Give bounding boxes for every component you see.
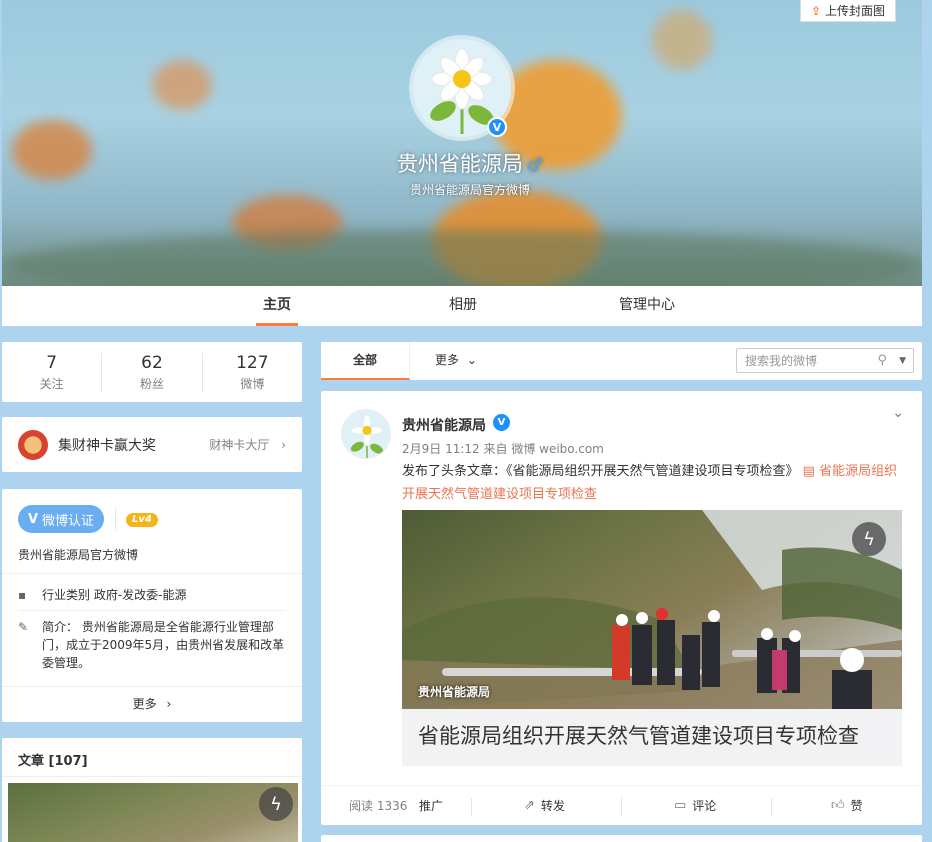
fortune-card-panel[interactable]: 集财神卡赢大奖 财神卡大厅 › xyxy=(2,417,302,472)
weibo-verify-button[interactable]: V 微博认证 xyxy=(18,505,104,533)
upload-cover-button[interactable]: ⇪ 上传封面图 xyxy=(800,0,896,22)
post-author-avatar[interactable] xyxy=(341,409,391,459)
post-author-name[interactable]: 贵州省能源局 xyxy=(402,415,486,435)
article-thumbnail[interactable]: ϟ xyxy=(8,783,298,842)
stat-following-count: 7 xyxy=(46,352,58,373)
verified-badge-icon: V xyxy=(493,414,510,431)
chevron-right-icon: › xyxy=(281,438,286,452)
verification-description: 贵州省能源局官方微博 xyxy=(18,548,139,562)
feed-tab-all[interactable]: 全部 xyxy=(321,342,410,380)
stat-posts[interactable]: 127 微博 xyxy=(203,353,302,392)
articles-panel: 文章 [107] ϟ xyxy=(2,738,302,842)
chevron-right-icon: › xyxy=(166,697,172,711)
post-time[interactable]: 2月9日 11:12 xyxy=(402,442,480,456)
verified-v-icon: V xyxy=(27,511,39,527)
tab-home[interactable]: 主页 xyxy=(256,286,298,326)
cover-flower xyxy=(152,60,212,110)
search-icon[interactable]: ⚲ xyxy=(877,353,887,368)
cover-ground xyxy=(2,230,922,286)
lightning-icon: ϟ xyxy=(852,522,886,556)
post-actions-bar: 阅读 1336 推广 ⇗ 转发 ▭ 评论 👍︎ 赞 xyxy=(321,785,922,825)
lightning-icon: ϟ xyxy=(259,787,293,821)
profile-name: 贵州省能源局 ♂ xyxy=(396,152,544,176)
fortune-card-hall-link[interactable]: 财神卡大厅 › xyxy=(209,436,286,453)
post-text: 发布了头条文章：《省能源局组织开展天然气管道建设项目专项检查》 ▤ 省能源局组织… xyxy=(402,464,898,502)
cover-flower xyxy=(12,120,92,180)
verification-panel: V 微博认证 Lv4 贵州省能源局官方微博 ▪ 行业类别 政府-发改委-能源 ✎… xyxy=(2,489,302,722)
articles-title[interactable]: 文章 [107] xyxy=(18,750,88,769)
article-card-title: 省能源局组织开展天然气管道建设项目专项检查 xyxy=(418,724,859,748)
stat-posts-label: 微博 xyxy=(240,376,265,391)
promote-button[interactable]: 推广 xyxy=(419,797,443,814)
male-icon: ♂ xyxy=(526,155,544,176)
fortune-card-title: 集财神卡赢大奖 xyxy=(58,437,156,454)
read-count: 阅读 1336 xyxy=(349,799,408,813)
repost-button[interactable]: ⇗ 转发 xyxy=(524,797,565,814)
feed-tabs-bar: 全部 更多 ⌄ 搜索我的微博 ⚲ ▼ xyxy=(321,342,922,380)
article-cover-image: ϟ 贵州省能源局 xyxy=(402,510,902,709)
weibo-post: 贵州省能源局 V ⌄ 2月9日 11:12 来自 微博 weibo.com 发布… xyxy=(321,391,922,825)
comment-icon: ▭ xyxy=(674,798,687,813)
stat-following-label: 关注 xyxy=(39,376,64,391)
profile-nav-bar: 主页 相册 管理中心 xyxy=(2,286,922,326)
intro-row: ✎ 简介： 贵州省能源局是全省能源行业管理部门，成立于2009年5月，由贵州省发… xyxy=(18,620,285,670)
thumbs-up-icon: 👍︎ xyxy=(831,798,845,813)
fortune-god-icon xyxy=(18,429,48,460)
briefcase-icon: ▪ xyxy=(18,588,27,602)
stat-posts-count: 127 xyxy=(236,352,269,373)
stat-followers-label: 粉丝 xyxy=(139,376,164,391)
repost-icon: ⇗ xyxy=(524,798,535,813)
stat-followers[interactable]: 62 粉丝 xyxy=(102,352,203,392)
cover-flower xyxy=(652,10,712,70)
article-icon: ▤ xyxy=(802,464,815,479)
next-post-edge xyxy=(321,835,922,842)
my-weibo-search-input[interactable]: 搜索我的微博 ⚲ ▼ xyxy=(736,348,914,373)
like-button[interactable]: 👍︎ 赞 xyxy=(831,797,863,814)
level-badge[interactable]: Lv4 xyxy=(126,513,158,527)
dropdown-arrow-icon[interactable]: ▼ xyxy=(899,356,906,366)
tab-album[interactable]: 相册 xyxy=(442,286,484,326)
inspection-photo xyxy=(402,510,902,709)
stats-panel: 7 关注 62 粉丝 127 微博 xyxy=(2,342,302,402)
profile-subtitle: 贵州省能源局官方微博 xyxy=(409,183,530,197)
stat-followers-count: 62 xyxy=(141,352,163,373)
verified-badge-icon: V xyxy=(487,117,507,137)
image-watermark: 贵州省能源局 xyxy=(418,685,491,699)
verification-more-link[interactable]: 更多 › xyxy=(2,695,302,712)
search-placeholder: 搜索我的微博 xyxy=(745,354,818,368)
upload-cover-label: 上传封面图 xyxy=(825,4,886,18)
article-card[interactable]: ϟ 贵州省能源局 省能源局组织开展天然气管道建设项目专项检查 xyxy=(402,510,902,766)
chevron-down-icon: ⌄ xyxy=(466,353,477,367)
post-menu-chevron-icon[interactable]: ⌄ xyxy=(892,405,904,421)
edit-icon: ✎ xyxy=(18,620,29,634)
post-source: 来自 微博 weibo.com xyxy=(483,442,604,456)
tab-management[interactable]: 管理中心 xyxy=(612,286,682,326)
stat-following[interactable]: 7 关注 xyxy=(2,352,103,392)
upload-icon: ⇪ xyxy=(810,3,822,18)
post-meta: 2月9日 11:12 来自 微博 weibo.com xyxy=(402,440,604,457)
daisy-logo-icon xyxy=(342,410,390,458)
industry-row: ▪ 行业类别 政府-发改委-能源 xyxy=(18,588,187,602)
feed-tab-more[interactable]: 更多 ⌄ xyxy=(435,342,477,380)
comment-button[interactable]: ▭ 评论 xyxy=(674,797,716,814)
